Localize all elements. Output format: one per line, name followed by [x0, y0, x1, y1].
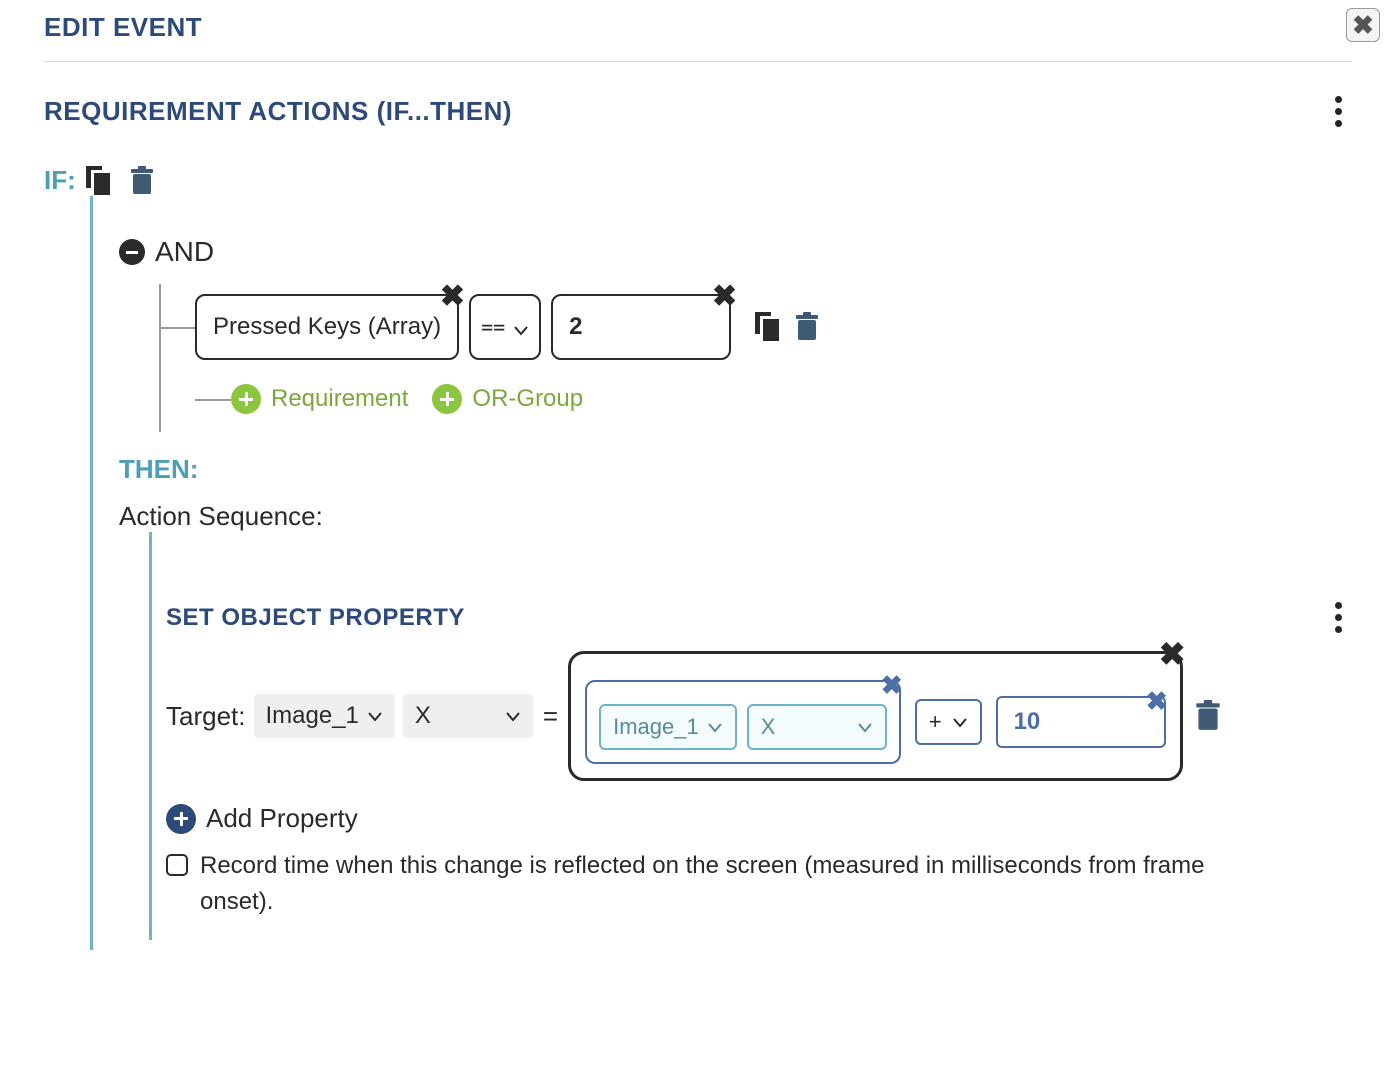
- copy-icon: [755, 312, 781, 342]
- close-button[interactable]: ✖: [1346, 8, 1380, 42]
- ref-property-value: X: [761, 714, 776, 740]
- ref-object-select[interactable]: Image_1: [599, 704, 737, 750]
- condition-left-value: Pressed Keys (Array): [213, 313, 441, 341]
- condition-delete-button[interactable]: [795, 312, 819, 342]
- condition-row: ✖ Pressed Keys (Array) == ✖ 2: [195, 294, 1352, 360]
- and-group: AND: [119, 236, 1352, 268]
- record-time-label: Record time when this change is reflecte…: [200, 848, 1250, 920]
- then-label: THEN:: [119, 454, 1352, 485]
- set-object-property-header: SET OBJECT PROPERTY: [166, 598, 1352, 637]
- chevron-down-icon: [707, 720, 723, 734]
- condition-operator-value: ==: [481, 315, 505, 339]
- equals-label: =: [541, 701, 560, 732]
- panel-content: EDIT EVENT REQUIREMENT ACTIONS (IF...THE…: [0, 0, 1392, 950]
- target-object-value: Image_1: [266, 702, 359, 730]
- requirement-actions-title: REQUIREMENT ACTIONS (IF...THEN): [44, 96, 512, 127]
- trash-icon: [130, 166, 154, 196]
- kebab-dot: [1335, 602, 1342, 609]
- set-object-property-delete-button[interactable]: [1195, 700, 1221, 732]
- collapse-and-button[interactable]: [119, 239, 145, 265]
- set-object-property-body: Target: Image_1 X = ✖ ✖: [166, 651, 1352, 781]
- chevron-down-icon: [513, 319, 529, 335]
- remove-reference-button[interactable]: ✖: [881, 672, 903, 698]
- condition-right-value: 2: [569, 313, 582, 341]
- if-delete-button[interactable]: [130, 166, 154, 196]
- divider: [44, 61, 1352, 62]
- copy-icon: [86, 166, 112, 196]
- expression-container: ✖ ✖ Image_1 X: [568, 651, 1182, 781]
- action-sequence-label: Action Sequence:: [119, 501, 1352, 532]
- minus-icon: [126, 251, 138, 254]
- add-condition-row: Requirement OR-Group: [231, 384, 1352, 414]
- expression-value-field[interactable]: ✖ 10: [996, 696, 1166, 748]
- action-sequence-tree: SET OBJECT PROPERTY Target: Image_1: [149, 532, 1352, 940]
- ref-object-value: Image_1: [613, 714, 699, 740]
- target-property-select[interactable]: X: [403, 694, 533, 738]
- target-object-select[interactable]: Image_1: [254, 694, 395, 738]
- expression-operator-value: +: [929, 709, 942, 735]
- kebab-dot: [1335, 626, 1342, 633]
- chevron-down-icon: [857, 720, 873, 734]
- kebab-dot: [1335, 96, 1342, 103]
- condition-copy-button[interactable]: [755, 312, 781, 342]
- condition-operator-select[interactable]: ==: [469, 294, 541, 360]
- set-object-property-menu-button[interactable]: [1324, 598, 1352, 637]
- reference-container: ✖ Image_1 X: [585, 680, 901, 764]
- if-tree: AND ✖ Pressed Keys (Array) ==: [90, 196, 1352, 950]
- add-property-row: Add Property: [166, 803, 1352, 834]
- and-branch: ✖ Pressed Keys (Array) == ✖ 2: [159, 294, 1352, 414]
- condition-right-field[interactable]: ✖ 2: [551, 294, 731, 360]
- panel-title: EDIT EVENT: [44, 12, 1352, 43]
- trash-icon: [795, 312, 819, 342]
- kebab-dot: [1335, 108, 1342, 115]
- expression-value: 10: [1014, 708, 1041, 735]
- remove-right-button[interactable]: ✖: [712, 282, 737, 312]
- set-object-property-title: SET OBJECT PROPERTY: [166, 604, 465, 632]
- if-copy-button[interactable]: [86, 166, 112, 196]
- close-icon: ✖: [1352, 10, 1374, 41]
- target-label: Target:: [166, 701, 246, 732]
- condition-left-field[interactable]: ✖ Pressed Keys (Array): [195, 294, 459, 360]
- record-time-row: Record time when this change is reflecte…: [166, 848, 1352, 920]
- ref-property-select[interactable]: X: [747, 704, 887, 750]
- add-or-group-button[interactable]: [432, 384, 462, 414]
- remove-value-button[interactable]: ✖: [1146, 688, 1168, 714]
- add-property-button[interactable]: [166, 804, 196, 834]
- add-or-group-label: OR-Group: [472, 385, 583, 413]
- chevron-down-icon: [505, 709, 521, 723]
- trash-icon: [1195, 700, 1221, 732]
- kebab-dot: [1335, 120, 1342, 127]
- record-time-checkbox[interactable]: [166, 854, 188, 876]
- add-property-label: Add Property: [206, 803, 358, 834]
- requirement-actions-menu-button[interactable]: [1324, 92, 1352, 131]
- kebab-dot: [1335, 614, 1342, 621]
- and-label: AND: [155, 236, 214, 268]
- edit-event-panel: ✖ EDIT EVENT REQUIREMENT ACTIONS (IF...T…: [0, 0, 1392, 1076]
- if-label: IF:: [44, 165, 76, 196]
- if-row: IF:: [44, 165, 1352, 196]
- remove-left-button[interactable]: ✖: [440, 282, 465, 312]
- expression-operator-select[interactable]: +: [915, 699, 982, 745]
- requirement-actions-header: REQUIREMENT ACTIONS (IF...THEN): [44, 92, 1352, 131]
- remove-expression-button[interactable]: ✖: [1159, 638, 1186, 670]
- chevron-down-icon: [952, 715, 968, 729]
- chevron-down-icon: [367, 709, 383, 723]
- add-requirement-label: Requirement: [271, 385, 408, 413]
- add-requirement-button[interactable]: [231, 384, 261, 414]
- target-property-value: X: [415, 702, 431, 730]
